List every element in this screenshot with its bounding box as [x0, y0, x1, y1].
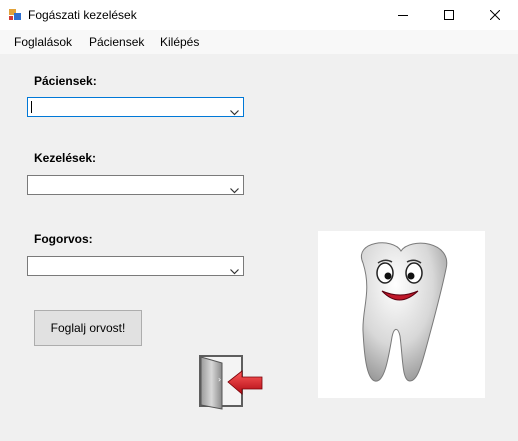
minimize-icon [398, 10, 408, 20]
chevron-down-icon[interactable] [230, 262, 239, 280]
maximize-icon [444, 10, 454, 20]
treatments-combobox[interactable] [27, 175, 244, 195]
window-title: Fogászati kezelések [28, 8, 137, 22]
menu-item-exit[interactable]: Kilépés [160, 35, 199, 49]
svg-text:›: › [218, 375, 221, 384]
close-button[interactable] [472, 0, 518, 30]
menu-bar: Foglalások Páciensek Kilépés [0, 30, 518, 54]
tooth-icon [360, 242, 448, 382]
exit-door-icon: › [199, 355, 263, 410]
dentist-label: Fogorvos: [34, 232, 93, 246]
patients-combobox[interactable] [27, 97, 244, 117]
menu-item-bookings[interactable]: Foglalások [14, 35, 72, 49]
minimize-button[interactable] [380, 0, 426, 30]
chevron-down-icon[interactable] [230, 103, 239, 121]
tooth-mascot-image [318, 231, 485, 398]
treatments-label: Kezelések: [34, 151, 97, 165]
book-dentist-button[interactable]: Foglalj orvost! [34, 310, 142, 346]
title-bar: Fogászati kezelések [0, 0, 518, 30]
close-icon [490, 10, 500, 20]
menu-item-patients[interactable]: Páciensek [89, 35, 144, 49]
patients-label: Páciensek: [34, 74, 97, 88]
app-icon [8, 7, 22, 21]
chevron-down-icon[interactable] [230, 181, 239, 199]
exit-door-button[interactable]: › [198, 354, 264, 410]
text-caret [31, 101, 32, 113]
dentist-combobox[interactable] [27, 256, 244, 276]
maximize-button[interactable] [426, 0, 472, 30]
